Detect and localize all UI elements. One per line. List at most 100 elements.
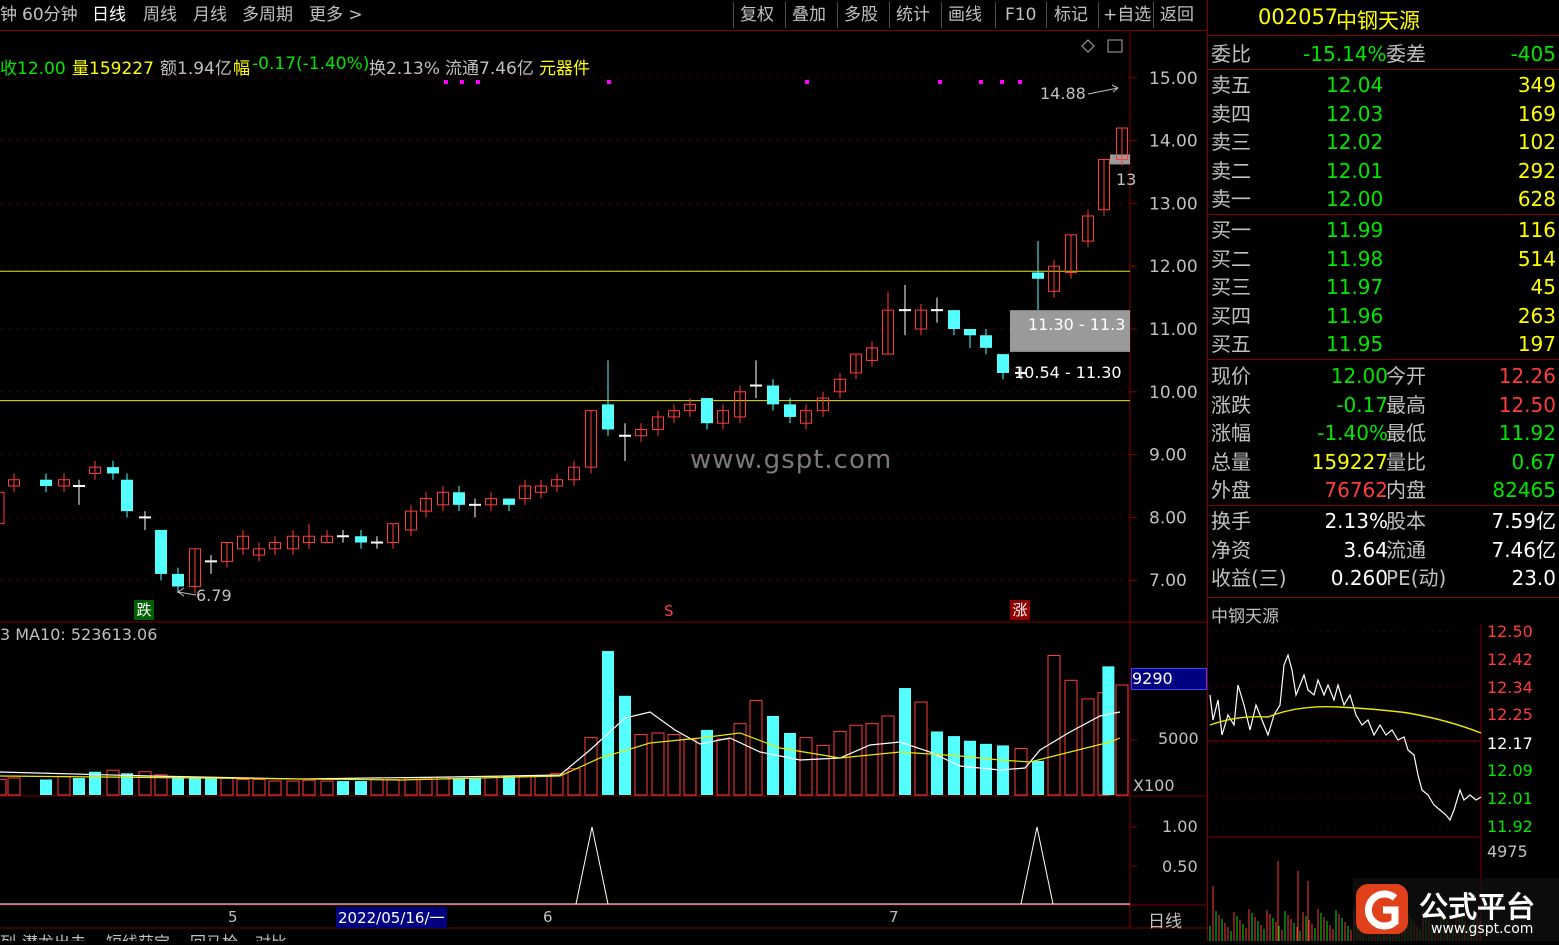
indicator-axis-050: 0.50 [1162,857,1198,876]
volume-bar-down [355,781,367,795]
ask-row: 卖二 12.01 292 [1211,158,1556,183]
candle-down [964,329,976,336]
candle-down [40,479,52,486]
candle-down [784,404,796,417]
candle-down [767,385,779,405]
volume-bar-up [1064,679,1078,796]
date-label-5: 5 [228,908,238,926]
volume-bar-down [205,777,217,795]
volume-axis-highlight: 9290 [1131,668,1207,690]
kline-chart[interactable]: 15.00 14.00 13.00 12.00 11.00 10.00 9.00 8.00 7.… [0,0,1207,941]
candle-down [1032,272,1044,279]
intraday-price-line [1209,653,1482,822]
intraday-axis-label: 12.50 [1487,625,1533,641]
volume-bar-down [619,695,631,795]
volume-bar-down [453,777,465,795]
volume-bar-down [602,651,614,795]
bid-row: 买二 11.98 514 [1211,246,1556,271]
volume-bar-up [252,779,266,796]
bid-row: 买三 11.97 45 [1211,275,1556,300]
volume-bar-up [268,780,282,796]
bid-row: 买四 11.96 263 [1211,303,1556,328]
tab-indicator-1[interactable]: 潜龙出击 [22,929,86,941]
volume-bar-down [337,781,349,795]
intraday-axis-label: 12.01 [1487,789,1533,808]
volume-ma-title: 3 MA10: 523613.06 [0,625,158,644]
volume-bar-up [849,724,863,796]
volume-bar-down [784,733,796,795]
candle-down [980,335,992,348]
cut-label: 13 [1116,170,1137,189]
candle-down [948,310,960,329]
price-axis-label: 7.00 [1149,571,1187,591]
candle-down [355,536,367,543]
stat-row: 涨跌 -0.17 最高 12.50 [1211,392,1556,417]
candle-up [0,491,5,525]
date-label-7: 7 [889,908,899,926]
volume-bar-down [1032,760,1044,795]
volume-bar-up [484,775,498,796]
volume-bar-up [1115,684,1129,796]
intraday-axis-label: 12.09 [1487,761,1533,780]
volume-axis-mid: 5000 [1158,729,1199,748]
logo-text: 公式平台 [1419,890,1536,924]
stat-row: 总量 159227 量比 0.67 [1211,449,1556,474]
tab-indicator-3[interactable]: 回马枪 [190,929,238,941]
candle-down [453,492,465,505]
volume-bar-up [584,737,598,796]
volume-bar-up [7,777,21,796]
volume-bar-up [57,775,71,796]
volume-bar-down [899,688,911,795]
gspt-logo: 公式平台 www.gspt.com [1353,878,1559,941]
stat2-row: 换手 2.13% 股本 7.59亿 [1211,509,1556,533]
signal-dot [1000,80,1004,84]
price-axis-label: 11.00 [1149,320,1198,340]
candle-down [172,573,184,587]
bid-row: 买五 11.95 197 [1211,332,1556,357]
price-axis-label: 10.00 [1149,383,1198,403]
intraday-axis-label: 12.34 [1487,678,1533,697]
volume-bar-up [667,734,681,796]
panel-icon [1107,39,1123,53]
stat2-row: 净资 3.64 流通 7.46亿 [1211,537,1556,562]
candle-down [121,479,133,512]
signal-dot [476,80,480,84]
indicator-spike [575,826,609,905]
volume-bar-up [0,779,7,796]
intraday-title: 中钢天源 [1211,607,1279,627]
volume-bar-up [386,779,400,796]
volume-bar-down [189,777,201,795]
tab-indicator-0[interactable]: 列 [0,929,16,941]
ask-row: 卖三 12.02 102 [1211,130,1556,155]
stock-name: 中钢天源 [1336,9,1420,33]
volume-bar-down [503,776,515,795]
indicator-axis-1: 1.00 [1162,817,1198,836]
volume-bar-down [469,777,481,795]
volume-bar-up [567,768,581,796]
volume-bar-up [220,777,234,796]
price-axis-label: 8.00 [1149,508,1187,528]
tab-indicator-2[interactable]: 短线获宝 [106,929,170,941]
intraday-vol-label: 4975 [1487,842,1528,861]
intraday-axis-label: 12.17 [1487,734,1533,753]
volume-bar-up [634,734,648,796]
high-price-label: 14.88 [1040,84,1086,103]
volume-bar-up [436,776,450,796]
stat-row: 现价 12.00 今开 12.26 [1211,364,1556,388]
volume-bar-up [865,723,879,796]
price-axis-label: 14.00 [1149,132,1198,152]
volume-bar-down [73,777,85,795]
candle-down [997,354,1009,373]
date-label-6: 6 [543,908,553,926]
volume-bar-up [1047,655,1061,796]
volume-bar-up [370,779,384,796]
volume-bar-up [683,738,697,796]
tab-indicator-4[interactable]: 对比 [255,929,287,941]
diamond-icon [1081,39,1095,53]
watermark-text: www.gspt.com [690,445,893,475]
volume-bar-up [833,730,847,796]
signal-dot [460,80,464,84]
price-axis-label: 15.00 [1149,69,1198,89]
signal-s-marker: S [664,602,674,620]
volume-bar-down [1102,666,1115,795]
